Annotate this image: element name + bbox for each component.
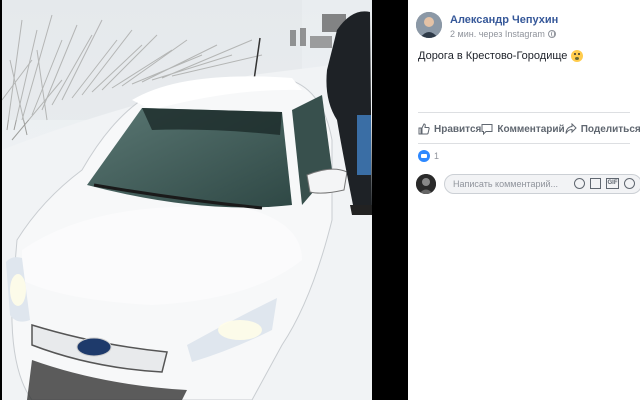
comment-icon <box>481 124 493 135</box>
post-text: Дорога в Крестово-Городище <box>418 50 584 62</box>
like-button[interactable]: Нравится <box>418 120 481 138</box>
author-name-link[interactable]: Александр Чепухин <box>450 14 558 26</box>
avatar-image <box>416 12 442 38</box>
post-meta: 2 мин. через Instagram <box>450 29 556 39</box>
globe-icon <box>547 30 556 38</box>
post-photo[interactable] <box>2 0 372 400</box>
viewer-avatar <box>416 174 436 194</box>
post-header: Александр Чепухин 2 мин. через Instagram <box>416 8 640 44</box>
post-message: Дорога в Крестово-Городище <box>418 50 568 62</box>
reactions-summary[interactable]: 1 <box>418 150 439 162</box>
comment-composer: Написать комментарий... GIF <box>416 172 640 196</box>
share-label: Поделиться <box>580 123 640 135</box>
post-actions: Нравится Комментарий Поделиться <box>418 120 640 138</box>
thumbs-up-icon <box>418 123 430 135</box>
comment-button[interactable]: Комментарий <box>481 120 565 138</box>
share-button[interactable]: Поделиться <box>565 120 640 138</box>
gif-icon[interactable]: GIF <box>606 178 619 189</box>
like-reaction-icon <box>418 150 430 162</box>
camera-icon[interactable] <box>590 178 601 189</box>
reaction-count: 1 <box>434 151 440 161</box>
sticker-icon[interactable] <box>624 178 635 189</box>
snowy-car-photo <box>2 0 372 400</box>
comment-input[interactable]: Написать комментарий... GIF <box>444 174 640 194</box>
comment-placeholder: Написать комментарий... <box>453 179 559 189</box>
post-timestamp[interactable]: 2 мин. через Instagram <box>450 29 545 39</box>
viewer-avatar-image <box>416 174 436 194</box>
like-label: Нравится <box>434 123 482 135</box>
post-side-panel: Александр Чепухин 2 мин. через Instagram… <box>408 0 640 400</box>
divider <box>418 143 630 144</box>
comment-tools: GIF <box>574 178 635 189</box>
photo-viewer <box>0 0 408 400</box>
author-avatar[interactable] <box>416 12 442 38</box>
divider <box>418 112 630 113</box>
scream-emoji-icon <box>571 50 584 62</box>
comment-label: Комментарий <box>497 123 565 135</box>
emoji-icon[interactable] <box>574 178 585 189</box>
share-icon <box>565 123 577 134</box>
